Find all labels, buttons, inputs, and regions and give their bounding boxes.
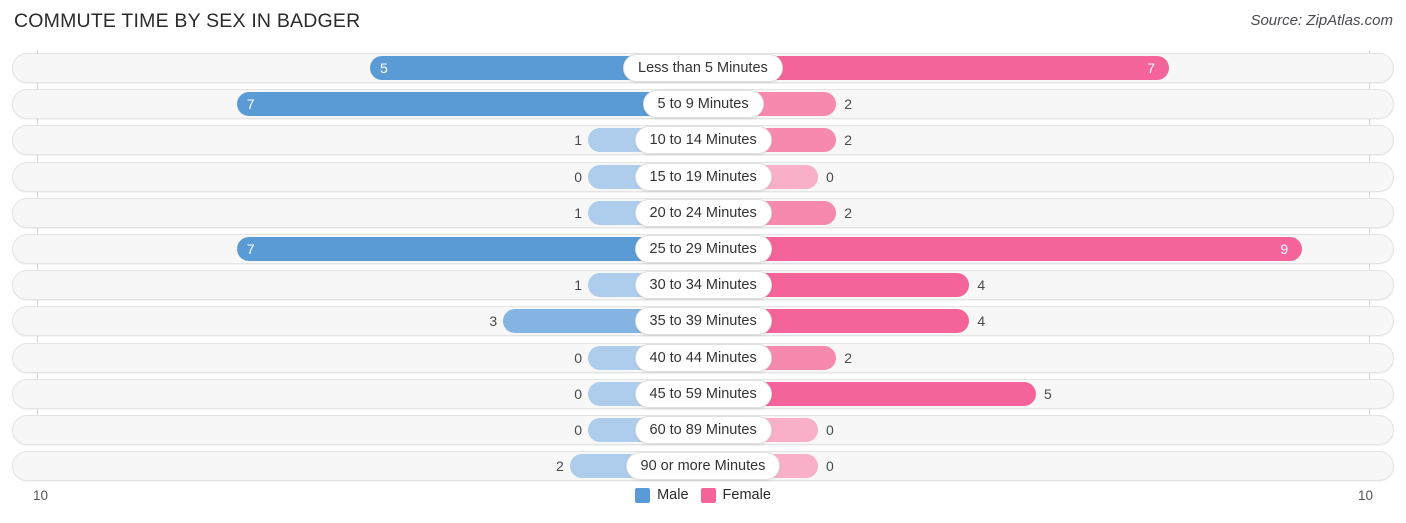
- bar-value-female: 7: [1147, 60, 1155, 76]
- table-row: 0 2 40 to 44 Minutes: [12, 342, 1394, 373]
- bar-value-female: 2: [844, 132, 852, 149]
- category-label-10: 45 to 59 Minutes: [634, 379, 772, 408]
- category-label-3: 10 to 14 Minutes: [634, 126, 772, 155]
- table-row: 1 2 10 to 14 Minutes: [12, 125, 1394, 156]
- table-row: 0 0 60 to 89 Minutes: [12, 415, 1394, 445]
- bar-male[interactable]: [236, 92, 703, 117]
- category-label-9: 40 to 44 Minutes: [634, 343, 772, 372]
- bar-value-female: 2: [844, 204, 852, 221]
- bar-value-female: 9: [1280, 241, 1289, 257]
- legend-label: Male: [657, 487, 689, 503]
- bar-male[interactable]: [236, 237, 703, 261]
- bar-female[interactable]: [703, 237, 1303, 261]
- category-label-11: 60 to 89 Minutes: [634, 416, 772, 444]
- table-row: 3 4 35 to 39 Minutes: [12, 306, 1394, 337]
- bar-value-female: 0: [826, 422, 834, 438]
- category-label-1: Less than 5 Minutes: [623, 54, 783, 82]
- bar-value-male: 7: [246, 96, 255, 113]
- bar-value-female: 2: [844, 349, 852, 366]
- bar-value-male: 7: [246, 241, 255, 257]
- legend-swatch-male: [635, 487, 651, 503]
- bar-value-male: 0: [574, 385, 582, 402]
- table-row: 0 0 15 to 19 Minutes: [12, 161, 1394, 192]
- table-row: 5 7 Less than 5 Minutes: [12, 53, 1394, 83]
- bar-value-female: 0: [826, 168, 834, 185]
- bar-value-male: 2: [556, 458, 564, 475]
- category-label-2: 5 to 9 Minutes: [642, 90, 764, 119]
- category-label-5: 20 to 24 Minutes: [634, 198, 772, 227]
- bar-value-male: 3: [489, 313, 498, 330]
- legend-swatch-female: [700, 487, 716, 503]
- page-title: COMMUTE TIME BY SEX IN BADGER: [14, 10, 361, 32]
- bar-value-female: 4: [977, 277, 986, 294]
- category-label-7: 30 to 34 Minutes: [634, 271, 772, 300]
- table-row: 1 2 20 to 24 Minutes: [12, 197, 1394, 228]
- bar-value-male: 1: [574, 132, 582, 149]
- bar-value-female: 0: [826, 458, 834, 475]
- bar-value-male: 0: [574, 422, 582, 438]
- bar-value-female: 2: [844, 96, 852, 113]
- bar-value-female: 4: [977, 313, 986, 330]
- legend-item-male[interactable]: Male: [635, 487, 689, 503]
- source-attribution: Source: ZipAtlas.com: [1250, 12, 1393, 29]
- bar-value-female: 5: [1044, 385, 1052, 402]
- plot-area: 5 7 Less than 5 Minutes 7 2 5 to 9 Minutes 1 2 1…: [0, 50, 1406, 483]
- table-row: 7 9 25 to 29 Minutes: [12, 234, 1394, 264]
- bar-value-male: 5: [380, 60, 388, 76]
- table-row: 1 4 30 to 34 Minutes: [12, 270, 1394, 301]
- category-label-8: 35 to 39 Minutes: [634, 307, 772, 336]
- category-label-12: 90 or more Minutes: [625, 452, 781, 481]
- table-row: 7 2 5 to 9 Minutes: [12, 89, 1394, 120]
- legend-item-female[interactable]: Female: [700, 487, 771, 503]
- bar-value-male: 1: [574, 204, 582, 221]
- chart-legend: Male Female: [0, 487, 1406, 503]
- category-label-6: 25 to 29 Minutes: [634, 235, 772, 263]
- bar-value-male: 0: [574, 349, 582, 366]
- chart-root: COMMUTE TIME BY SEX IN BADGER Source: Zi…: [0, 0, 1406, 523]
- bar-value-male: 0: [574, 168, 582, 185]
- bar-value-male: 1: [574, 277, 582, 294]
- legend-label: Female: [722, 487, 771, 503]
- table-row: 2 0 90 or more Minutes: [12, 451, 1394, 482]
- table-row: 0 5 45 to 59 Minutes: [12, 378, 1394, 409]
- category-label-4: 15 to 19 Minutes: [634, 162, 772, 191]
